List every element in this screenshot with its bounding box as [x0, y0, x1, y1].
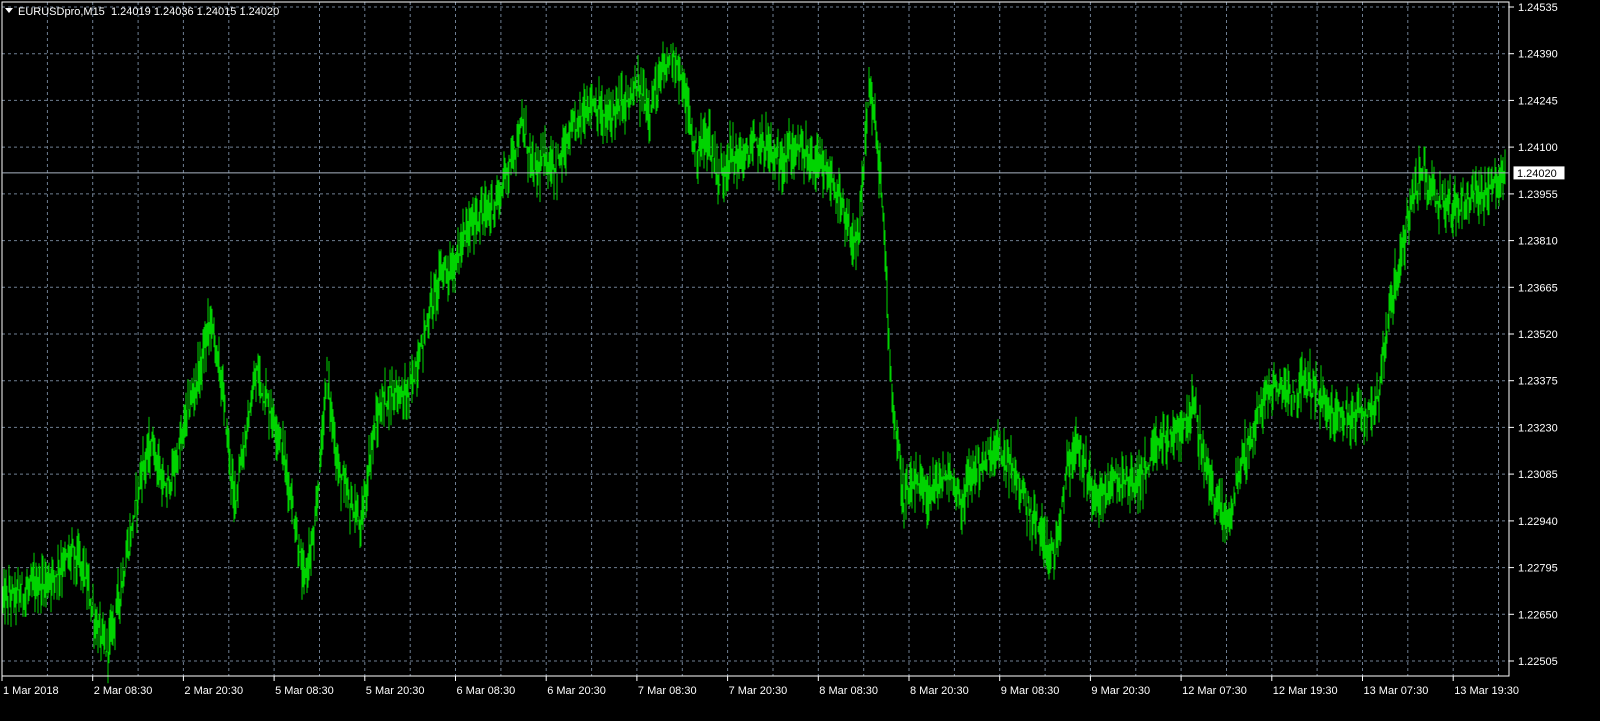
y-tick-label-5: 1.23810 — [1518, 236, 1558, 248]
price-chart[interactable]: 1.24535 1.24390 1.24245 1.24100 1.23955 1.238… — [0, 0, 1600, 716]
symbol-label: EURUSDpro,M15 — [18, 6, 105, 18]
chart-window[interactable]: 1.24535 1.24390 1.24245 1.24100 1.23955 1.238… — [0, 0, 1600, 716]
y-tick-label-1: 1.24390 — [1518, 49, 1558, 61]
x-tick-label-9: 8 Mar 08:30 — [819, 685, 878, 697]
y-tick-label-3: 1.24100 — [1518, 142, 1558, 154]
ohlc-label: 1.24019 1.24036 1.24015 1.24020 — [111, 6, 279, 18]
chart-header: EURUSDpro,M15 1.24019 1.24036 1.24015 1.… — [5, 6, 279, 18]
x-tick-label-12: 9 Mar 20:30 — [1091, 685, 1150, 697]
y-tick-label-6: 1.23665 — [1518, 282, 1558, 294]
current-price-label: 1.24020 — [1517, 168, 1557, 180]
x-tick-label-13: 12 Mar 07:30 — [1182, 685, 1247, 697]
y-tick-label-12: 1.22795 — [1518, 563, 1558, 575]
x-tick-label-11: 9 Mar 08:30 — [1001, 685, 1060, 697]
x-tick-label-6: 6 Mar 20:30 — [547, 685, 606, 697]
x-tick-label-10: 8 Mar 20:30 — [910, 685, 969, 697]
y-tick-label-14: 1.22505 — [1518, 656, 1558, 668]
x-tick-label-8: 7 Mar 20:30 — [729, 685, 788, 697]
x-tick-label-3: 5 Mar 08:30 — [275, 685, 334, 697]
x-tick-label-16: 13 Mar 19:30 — [1454, 685, 1519, 697]
x-tick-label-7: 7 Mar 08:30 — [638, 685, 697, 697]
y-tick-label-8: 1.23375 — [1518, 376, 1558, 388]
x-tick-label-4: 5 Mar 20:30 — [366, 685, 425, 697]
y-tick-label-9: 1.23230 — [1518, 422, 1558, 434]
x-tick-label-2: 2 Mar 20:30 — [184, 685, 243, 697]
y-tick-label-10: 1.23085 — [1518, 469, 1558, 481]
y-tick-label-4: 1.23955 — [1518, 189, 1558, 201]
x-tick-label-1: 2 Mar 08:30 — [94, 685, 153, 697]
x-tick-label-15: 13 Mar 07:30 — [1364, 685, 1429, 697]
y-tick-label-11: 1.22940 — [1518, 516, 1558, 528]
x-tick-label-0: 1 Mar 2018 — [3, 685, 59, 697]
x-tick-label-5: 6 Mar 08:30 — [457, 685, 516, 697]
y-tick-label-0: 1.24535 — [1518, 2, 1558, 14]
x-tick-label-14: 12 Mar 19:30 — [1273, 685, 1338, 697]
y-tick-label-13: 1.22650 — [1518, 609, 1558, 621]
y-tick-label-7: 1.23520 — [1518, 329, 1558, 341]
y-tick-label-2: 1.24245 — [1518, 95, 1558, 107]
